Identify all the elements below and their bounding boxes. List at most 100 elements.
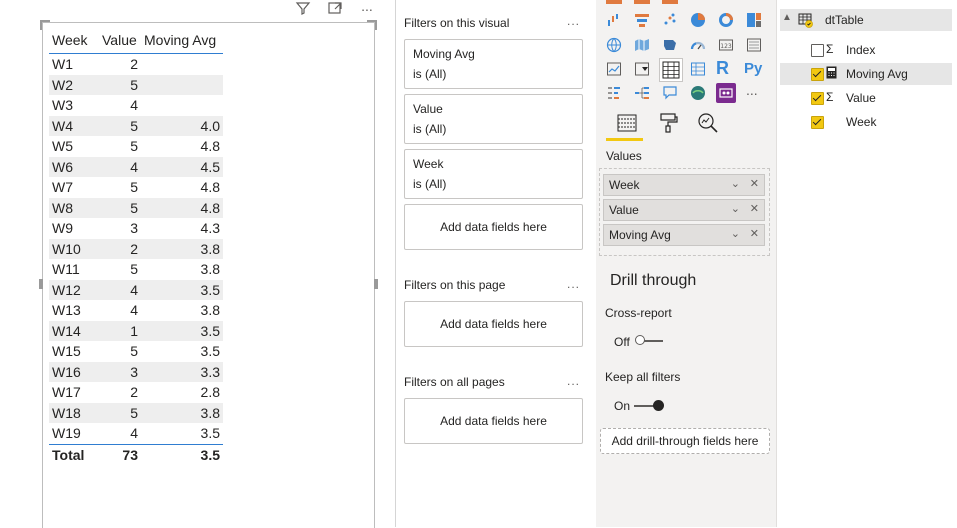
cell-value: 3	[99, 361, 141, 382]
cell-moving-avg	[141, 53, 223, 75]
table-row: W1 2	[49, 53, 223, 75]
field-row-week[interactable]: Week	[780, 111, 952, 133]
filters-all-pages-more[interactable]: ...	[567, 374, 580, 388]
donut-chart-icon[interactable]	[718, 12, 734, 28]
slicer-icon[interactable]	[634, 61, 650, 77]
multi-row-card-icon[interactable]	[746, 37, 762, 53]
filter-field-name: Week	[413, 157, 444, 171]
cell-week: W13	[49, 300, 99, 321]
chevron-down-icon[interactable]: ⌄	[731, 227, 740, 240]
filter-card-week[interactable]: Week is (All)	[404, 149, 583, 199]
funnel-icon[interactable]	[634, 12, 650, 28]
value-well-moving-avg[interactable]: Moving Avg ⌄ ✕	[603, 224, 765, 246]
field-checkbox[interactable]	[811, 92, 824, 105]
table-visual-icon-selected[interactable]	[659, 58, 683, 82]
cell-value: 4	[99, 423, 141, 444]
filters-visual-more[interactable]: ...	[567, 14, 580, 28]
more-options-icon[interactable]: ...	[359, 0, 375, 20]
field-checkbox[interactable]	[811, 44, 824, 57]
card-icon[interactable]: 123	[718, 37, 734, 53]
ribbon-icon[interactable]	[662, 0, 678, 4]
keep-all-filters-toggle[interactable]	[634, 399, 666, 413]
remove-field-icon[interactable]: ✕	[750, 227, 759, 240]
r-visual-icon[interactable]: R	[716, 58, 736, 78]
fields-tab-icon[interactable]	[616, 112, 638, 134]
column-header-moving-avg[interactable]: Moving Avg	[141, 26, 223, 54]
format-paint-roller-icon[interactable]	[657, 112, 679, 134]
field-checkbox[interactable]	[811, 116, 824, 129]
analytics-magnifier-icon[interactable]	[697, 112, 719, 134]
cell-value: 4	[99, 300, 141, 321]
table-node-dttable[interactable]: ▲ dtTable	[780, 9, 952, 31]
map-icon[interactable]	[606, 37, 622, 53]
filters-page-more[interactable]: ...	[567, 277, 580, 291]
add-all-pages-filter-dropzone[interactable]: Add data fields here	[404, 398, 583, 444]
field-row-index[interactable]: Σ Index	[780, 39, 952, 61]
python-visual-icon[interactable]: Py	[744, 60, 766, 77]
filter-card-moving-avg[interactable]: Moving Avg is (All)	[404, 39, 583, 89]
chevron-down-icon[interactable]: ⌄	[731, 202, 740, 215]
waterfall-icon[interactable]	[606, 12, 622, 28]
table-row: W15 5 3.5	[49, 341, 223, 362]
table-row: W17 2 2.8	[49, 382, 223, 403]
column-header-week[interactable]: Week	[49, 26, 99, 54]
cell-week: W3	[49, 95, 99, 116]
shape-map-icon[interactable]	[662, 37, 678, 53]
filled-map-icon[interactable]	[634, 37, 650, 53]
table-row: W16 3 3.3	[49, 361, 223, 382]
cell-value: 2	[99, 53, 141, 75]
remove-field-icon[interactable]: ✕	[750, 177, 759, 190]
resize-handle-right[interactable]	[374, 279, 378, 289]
cross-report-state: Off	[614, 335, 630, 349]
value-well-value[interactable]: Value ⌄ ✕	[603, 199, 765, 221]
well-field-name: Value	[609, 203, 639, 217]
data-table: Week Value Moving Avg W1 2 W2 5 W3 4 W4 5 4.0 W5 5…	[49, 26, 223, 465]
cross-report-toggle[interactable]	[635, 334, 665, 348]
add-page-filter-dropzone[interactable]: Add data fields here	[404, 301, 583, 347]
resize-handle-left[interactable]	[39, 279, 43, 289]
filters-pane: Filters on this visual ... Moving Avg is…	[395, 0, 597, 527]
sigma-icon: Σ	[826, 90, 834, 104]
collapse-chevron-icon[interactable]: ▲	[782, 12, 792, 23]
table-row: W9 3 4.3	[49, 218, 223, 239]
decomposition-tree-icon[interactable]	[634, 85, 650, 101]
field-row-moving-avg[interactable]: Moving Avg	[780, 63, 952, 85]
arcgis-icon[interactable]	[690, 85, 706, 101]
field-row-value[interactable]: Σ Value	[780, 87, 952, 109]
scatter-icon[interactable]	[662, 12, 678, 28]
cell-moving-avg: 4.8	[141, 197, 223, 218]
qa-icon[interactable]	[662, 85, 678, 101]
cell-moving-avg: 3.8	[141, 300, 223, 321]
filter-card-value[interactable]: Value is (All)	[404, 94, 583, 144]
table-name: dtTable	[825, 13, 864, 27]
stacked-area-icon[interactable]	[606, 0, 622, 4]
more-visuals-icon[interactable]: ...	[746, 82, 762, 98]
kpi-icon[interactable]	[606, 61, 622, 77]
matrix-icon[interactable]	[690, 61, 706, 77]
key-influencers-icon[interactable]	[606, 85, 622, 101]
cell-value: 5	[99, 136, 141, 157]
cell-week: W15	[49, 341, 99, 362]
focus-mode-icon[interactable]	[327, 0, 343, 20]
filter-icon[interactable]	[295, 0, 311, 20]
resize-corner-top-right[interactable]	[367, 20, 377, 30]
treemap-icon[interactable]	[746, 12, 762, 28]
cell-week: W9	[49, 218, 99, 239]
filters-all-pages-title: Filters on all pages	[404, 375, 505, 389]
field-checkbox[interactable]	[811, 68, 824, 81]
value-well-week[interactable]: Week ⌄ ✕	[603, 174, 765, 196]
remove-field-icon[interactable]: ✕	[750, 202, 759, 215]
well-field-name: Moving Avg	[609, 228, 671, 242]
chevron-down-icon[interactable]: ⌄	[731, 177, 740, 190]
filters-visual-title: Filters on this visual	[404, 16, 510, 30]
gauge-icon[interactable]	[690, 37, 706, 53]
line-stacked-icon[interactable]	[634, 0, 650, 4]
custom-visual-icon[interactable]	[716, 83, 736, 103]
cell-value: 5	[99, 197, 141, 218]
column-header-value[interactable]: Value	[99, 26, 141, 54]
add-visual-filter-dropzone[interactable]: Add data fields here	[404, 204, 583, 250]
cell-week: W7	[49, 177, 99, 198]
cell-value: 4	[99, 95, 141, 116]
pie-chart-icon[interactable]	[690, 12, 706, 28]
drill-through-dropzone[interactable]: Add drill-through fields here	[600, 428, 770, 454]
